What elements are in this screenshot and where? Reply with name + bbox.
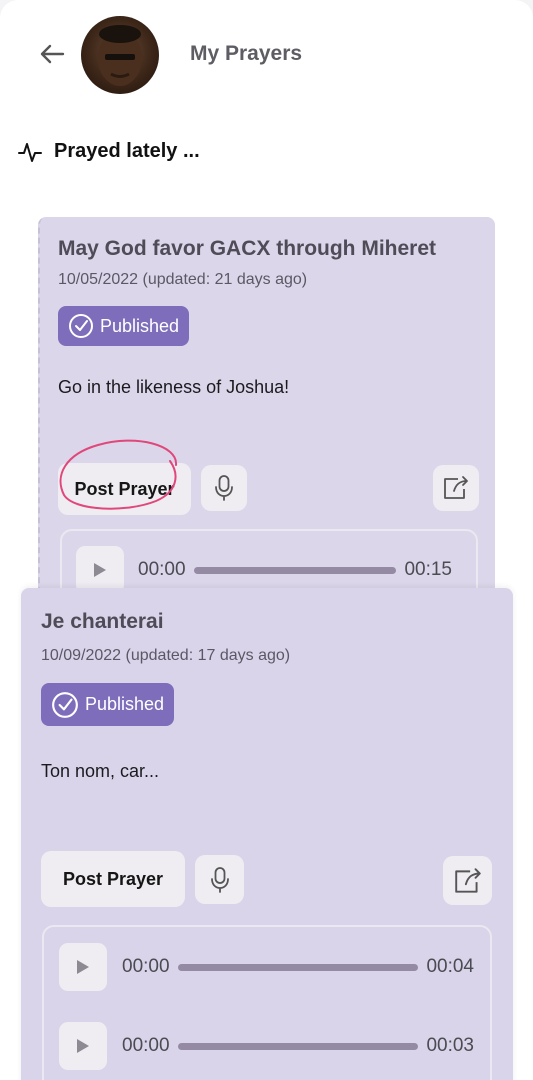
- prayer-body: Ton nom, car...: [41, 761, 160, 781]
- share-button[interactable]: [433, 465, 479, 511]
- record-audio-button[interactable]: [195, 855, 244, 904]
- screen: My Prayers Prayed lately ... May God fav…: [0, 0, 533, 1080]
- post-prayer-button[interactable]: Post Prayer: [41, 851, 185, 907]
- audio-progress-bar[interactable]: [177, 1042, 419, 1050]
- user-avatar: [98, 25, 142, 86]
- audio-current-time: 00:00: [122, 956, 170, 977]
- play-icon: [77, 1039, 89, 1053]
- record-audio-button[interactable]: [201, 465, 247, 511]
- section-heading: Prayed lately ...: [18, 140, 200, 163]
- prayer-date: 10/09/2022 (updated: 17 days ago): [41, 647, 291, 664]
- section-title: Prayed lately ...: [54, 140, 200, 162]
- play-button[interactable]: [76, 546, 124, 594]
- status-badge: Published: [58, 306, 190, 346]
- share-icon: [454, 867, 481, 893]
- prayer-body: Go in the likeness of Joshua!: [58, 377, 290, 397]
- back-button[interactable]: [36, 38, 68, 70]
- share-icon: [444, 476, 468, 499]
- play-icon: [94, 563, 106, 577]
- prayer-title: May God favor GACX through Miheret: [58, 237, 437, 260]
- audio-duration: 00:03: [426, 1035, 474, 1056]
- arrow-left-icon: [40, 44, 65, 64]
- audio-current-time: 00:00: [138, 559, 186, 580]
- audio-current-time: 00:00: [122, 1035, 170, 1056]
- avatar[interactable]: [81, 16, 159, 94]
- status-label: Published: [85, 694, 165, 714]
- play-button[interactable]: [59, 1022, 107, 1070]
- audio-player: 00:00 00:04: [44, 942, 490, 992]
- play-button[interactable]: [59, 943, 107, 991]
- audio-list: 00:00 00:04 00:00 00:03: [42, 925, 492, 1080]
- microphone-icon: [210, 866, 229, 893]
- activity-pulse-icon: [18, 142, 42, 162]
- status-badge: Published: [41, 683, 175, 726]
- prayer-date: 10/05/2022 (updated: 21 days ago): [58, 271, 308, 288]
- page-title: My Prayers: [190, 42, 303, 65]
- prayer-card[interactable]: May God favor GACX through Miheret 10/05…: [38, 217, 495, 649]
- audio-duration: 00:04: [426, 956, 474, 977]
- prayer-title: Je chanterai: [41, 610, 164, 633]
- audio-progress-bar[interactable]: [177, 963, 419, 971]
- share-button[interactable]: [443, 856, 492, 905]
- audio-duration: 00:15: [404, 559, 452, 580]
- audio-progress-bar[interactable]: [193, 566, 397, 574]
- play-icon: [77, 960, 89, 974]
- prayer-card[interactable]: Je chanterai 10/09/2022 (updated: 17 day…: [21, 588, 513, 1080]
- check-circle-icon: [52, 691, 78, 718]
- check-circle-icon: [69, 314, 93, 338]
- microphone-icon: [215, 475, 233, 501]
- audio-player: 00:00 00:03: [44, 1021, 490, 1071]
- post-prayer-button[interactable]: Post Prayer: [58, 463, 191, 515]
- status-label: Published: [100, 315, 180, 336]
